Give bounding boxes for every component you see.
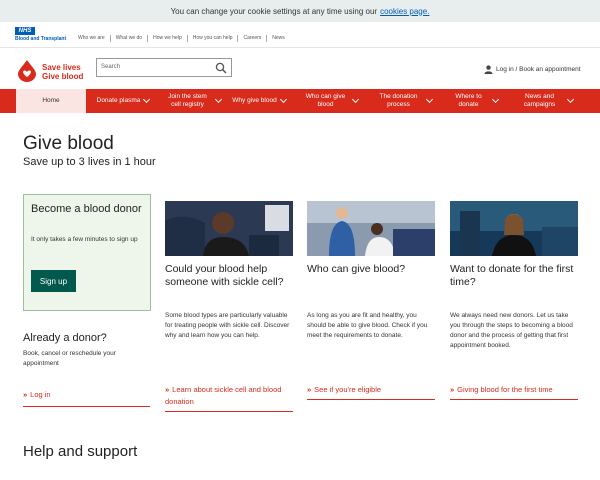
card-text: As long as you are fit and healthy, you … — [307, 312, 428, 339]
card-image-donation-session — [307, 201, 435, 256]
login-link[interactable]: » Log in — [23, 390, 150, 407]
page-subtitle: Save up to 3 lives in 1 hour — [23, 156, 156, 168]
nav-donation-process[interactable]: The donation process — [366, 89, 440, 113]
nav-why-give-blood[interactable]: Why give blood — [224, 89, 294, 113]
utility-link-news[interactable]: News — [266, 35, 290, 42]
cookie-text: You can change your cookie settings at a… — [170, 6, 378, 16]
nav-where-to-donate-label: Where to donate — [455, 93, 482, 108]
site-header: Save lives Give blood Search Log in / Bo… — [0, 49, 600, 89]
nav-who-can-give-blood[interactable]: Who can give blood — [294, 89, 366, 113]
login-link-label: Log in — [30, 390, 51, 399]
page-title: Give blood — [23, 133, 114, 154]
nav-where-to-donate[interactable]: Where to donate — [440, 89, 506, 113]
become-donor-title: Become a blood donor — [31, 203, 142, 215]
cookie-banner: You can change your cookie settings at a… — [0, 0, 600, 22]
card-link-label: Giving blood for the first time — [457, 385, 553, 394]
card-text: We always need new donors. Let us take y… — [450, 312, 573, 349]
help-support-heading: Help and support — [23, 443, 138, 460]
nav-who-can-give-label: Who can give blood — [305, 93, 346, 108]
user-icon — [484, 65, 493, 74]
nav-donation-process-label: The donation process — [379, 93, 418, 108]
utility-link-who-we-are[interactable]: Who we are — [78, 35, 110, 42]
utility-link-how-we-help[interactable]: How we help — [147, 35, 187, 42]
sign-up-button[interactable]: Sign up — [31, 270, 76, 292]
double-chevron-right-icon: » — [450, 385, 455, 394]
nav-stem-cell-registry[interactable]: Join the stem cell registry — [160, 89, 224, 113]
chevron-down-icon — [566, 95, 574, 104]
login-label: Log in / Book an appointment — [496, 66, 581, 73]
nav-donate-plasma-label: Donate plasma — [96, 97, 141, 104]
main-nav: Home Donate plasma Join the stem cell re… — [0, 89, 600, 113]
chevron-down-icon — [351, 95, 359, 104]
org-name: Blood and Transplant — [15, 36, 67, 42]
nav-home-label: Home — [42, 97, 60, 104]
card-image-donor-portrait — [165, 201, 293, 256]
utility-link-careers[interactable]: Careers — [237, 35, 266, 42]
nhs-logo[interactable]: NHS — [15, 27, 35, 35]
card-link-sickle-cell[interactable]: » Learn about sickle cell and blood donat… — [165, 384, 293, 412]
card-link-label: See if you're eligible — [314, 385, 382, 394]
cookies-page-link[interactable]: cookies page. — [380, 7, 429, 16]
card-title: Who can give blood? — [307, 263, 406, 275]
nav-stem-cell-label: Join the stem cell registry — [168, 93, 207, 108]
utility-bar: NHS Blood and Transplant Who we are What… — [0, 22, 600, 48]
chevron-down-icon — [214, 95, 222, 104]
search-input[interactable]: Search — [101, 64, 120, 70]
nav-donate-plasma[interactable]: Donate plasma — [86, 89, 160, 113]
card-link-label: Learn about sickle cell and blood donati… — [165, 385, 282, 406]
utility-link-what-we-do[interactable]: What we do — [109, 35, 147, 42]
login-book-link[interactable]: Log in / Book an appointment — [484, 65, 581, 74]
chevron-down-icon — [425, 95, 433, 104]
become-donor-text: It only takes a few minutes to sign up — [31, 236, 138, 243]
blood-drop-logo[interactable] — [15, 58, 39, 82]
brand-line-1: Save lives — [42, 63, 81, 72]
card-title: Could your blood help someone with sickl… — [165, 263, 284, 288]
chevron-down-icon — [491, 95, 499, 104]
double-chevron-right-icon: » — [307, 385, 312, 394]
brand-tagline[interactable]: Save lives Give blood — [42, 63, 83, 81]
search-icon[interactable] — [215, 62, 227, 74]
card-link-eligibility[interactable]: » See if you're eligible — [307, 384, 435, 400]
already-donor-title: Already a donor? — [23, 332, 107, 344]
become-donor-panel: Become a blood donor It only takes a few… — [23, 194, 151, 311]
utility-link-how-you-can-help[interactable]: How you can help — [186, 35, 238, 42]
chevron-down-icon — [143, 95, 151, 104]
search-field[interactable]: Search — [96, 58, 232, 77]
card-text: Some blood types are particularly valuab… — [165, 312, 290, 339]
chevron-down-icon — [279, 95, 287, 104]
nav-news-campaigns[interactable]: News and campaigns — [506, 89, 582, 113]
card-image-smiling-donor — [450, 201, 578, 256]
double-chevron-right-icon: » — [23, 390, 28, 399]
brand-line-2: Give blood — [42, 72, 84, 81]
nav-news-campaigns-label: News and campaigns — [523, 93, 556, 108]
double-chevron-right-icon: » — [165, 385, 170, 394]
utility-links: Who we are What we do How we help How yo… — [78, 35, 290, 42]
nav-home[interactable]: Home — [16, 89, 86, 113]
already-donor-text: Book, cancel or reschedule your appointm… — [23, 350, 116, 367]
card-title: Want to donate for the first time? — [450, 263, 574, 288]
nav-why-give-blood-label: Why give blood — [232, 97, 277, 104]
card-link-first-time[interactable]: » Giving blood for the first time — [450, 384, 578, 400]
